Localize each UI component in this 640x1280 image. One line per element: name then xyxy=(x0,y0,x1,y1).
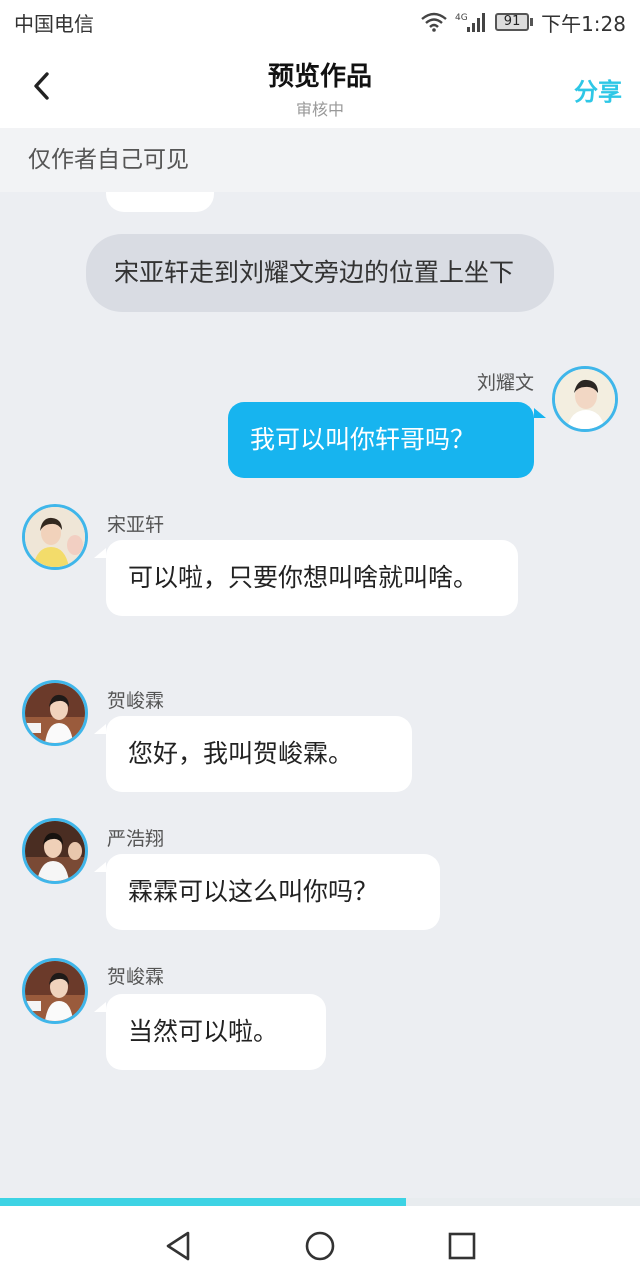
status-icons: 4G 91 下午1:28 xyxy=(421,8,626,37)
status-bar: 中国电信 4G 91 下午1:28 xyxy=(0,0,640,44)
nav-recents-button[interactable] xyxy=(442,1226,482,1266)
network-type-label: 4G xyxy=(455,13,468,23)
bubble-tail xyxy=(534,408,546,418)
bubble-tail xyxy=(94,548,106,558)
bubble-tail xyxy=(94,724,106,734)
message-bubble: 我可以叫你轩哥吗？ xyxy=(228,402,534,478)
system-nav-bar xyxy=(0,1206,640,1280)
battery-level: 91 xyxy=(495,13,530,31)
message-bubble: 当然可以啦。 xyxy=(106,994,326,1070)
previous-bubble xyxy=(106,192,214,212)
nav-home-button[interactable] xyxy=(300,1226,340,1266)
reading-progress-fill xyxy=(0,1198,407,1206)
narration-bubble: 宋亚轩走到刘耀文旁边的位置上坐下 xyxy=(86,234,554,312)
app-header: 预览作品 审核中 分享 xyxy=(0,44,640,128)
message-bubble: 可以啦，只要你想叫啥就叫啥。 xyxy=(106,540,518,616)
page-title: 预览作品 xyxy=(267,62,372,92)
reading-progress-bar xyxy=(0,1198,640,1206)
avatar[interactable] xyxy=(22,504,88,570)
share-button[interactable]: 分享 xyxy=(574,72,622,107)
bubble-tail xyxy=(94,862,106,872)
review-status: 审核中 xyxy=(295,100,344,119)
carrier-label: 中国电信 xyxy=(14,11,94,36)
battery-icon: 91 xyxy=(495,13,534,31)
square-recents-icon xyxy=(448,1232,476,1260)
message-bubble: 您好，我叫贺峻霖。 xyxy=(106,716,412,792)
chat-area[interactable]: 宋亚轩走到刘耀文旁边的位置上坐下 刘耀文 我可以叫你轩哥吗？ 宋亚轩 可以啦，只… xyxy=(0,192,640,1200)
sender-name: 宋亚轩 xyxy=(107,514,165,536)
avatar[interactable] xyxy=(22,818,88,884)
visibility-notice: 仅作者自己可见 xyxy=(0,128,640,192)
circle-home-icon xyxy=(305,1231,335,1261)
signal-icon: 4G xyxy=(455,11,487,33)
triangle-back-icon xyxy=(166,1231,190,1261)
message-bubble: 霖霖可以这么叫你吗？ xyxy=(106,854,440,930)
sender-name: 严浩翔 xyxy=(107,828,165,850)
clock: 下午1:28 xyxy=(541,11,626,36)
bubble-tail xyxy=(94,1002,106,1012)
sender-name: 刘耀文 xyxy=(476,372,534,394)
sender-name: 贺峻霖 xyxy=(107,690,165,712)
wifi-icon xyxy=(421,12,447,32)
avatar[interactable] xyxy=(22,680,88,746)
sender-name: 贺峻霖 xyxy=(107,966,165,988)
avatar[interactable] xyxy=(552,366,618,432)
nav-back-button[interactable] xyxy=(158,1226,198,1266)
avatar[interactable] xyxy=(22,958,88,1024)
